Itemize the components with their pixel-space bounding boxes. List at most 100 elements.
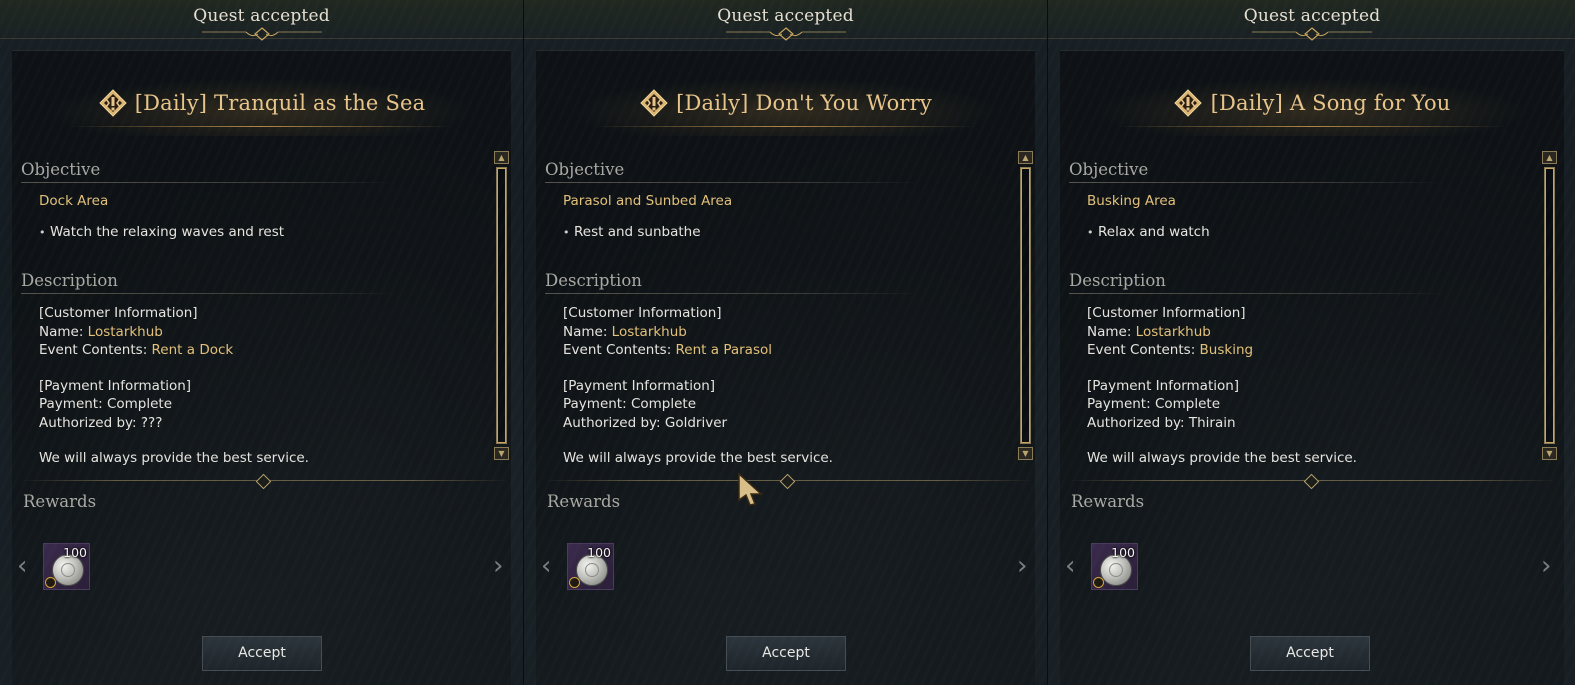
daily-quest-icon	[1174, 89, 1203, 117]
description-scrollbar[interactable]: ▲ ▼	[493, 151, 511, 460]
header-title: Quest accepted	[717, 6, 854, 26]
objective-header: Objective	[545, 160, 625, 179]
chevron-left-icon[interactable]: ‹	[17, 553, 27, 579]
title-underline	[594, 126, 977, 127]
description-text: [Customer Information] Name: Lostarkhub …	[563, 304, 1003, 466]
chevron-right-icon[interactable]: ›	[1017, 553, 1027, 579]
scroll-track[interactable]	[1544, 167, 1555, 444]
authorized-by-line: Authorized by: Thirain	[1087, 414, 1236, 431]
quest-title: [Daily] Don't You Worry	[676, 91, 932, 115]
accept-button[interactable]: Accept	[1250, 636, 1370, 671]
scroll-track[interactable]	[496, 167, 507, 444]
chevron-right-icon[interactable]: ›	[493, 553, 503, 579]
reward-item-slot[interactable]: 100	[1091, 543, 1138, 590]
scroll-up-arrow-icon[interactable]: ▲	[1018, 151, 1033, 164]
header-title: Quest accepted	[193, 6, 330, 26]
mouse-cursor-icon	[738, 472, 763, 506]
bound-item-badge-icon	[1093, 577, 1104, 588]
customer-info-header: [Customer Information]	[39, 305, 198, 321]
section-divider	[1069, 182, 1444, 183]
quest-title: [Daily] Tranquil as the Sea	[134, 91, 426, 115]
bullet-icon: •	[563, 226, 570, 239]
scroll-thumb[interactable]	[497, 168, 506, 443]
bullet-icon: •	[39, 226, 46, 239]
name-value: Lostarkhub	[1135, 323, 1211, 340]
objective-area: Busking Area	[1087, 193, 1176, 209]
daily-quest-icon	[98, 89, 127, 117]
quest-panel-1: Quest accepted [Daily] Tranquil as the S…	[0, 0, 523, 685]
bullet-icon: •	[1087, 226, 1094, 239]
closing-line: We will always provide the best service.	[563, 450, 833, 466]
accept-button[interactable]: Accept	[726, 636, 846, 671]
objective-header: Objective	[21, 160, 101, 179]
authorized-by-line: Authorized by: Goldriver	[563, 414, 728, 431]
scroll-track[interactable]	[1020, 167, 1031, 444]
scroll-up-arrow-icon[interactable]: ▲	[1542, 151, 1557, 164]
quest-panel-3: Quest accepted [Daily] A Song for You Ob…	[1047, 0, 1575, 685]
objective-task-text: Relax and watch	[1098, 224, 1210, 240]
description-header: Description	[1069, 271, 1166, 290]
rewards-header: Rewards	[1071, 492, 1145, 511]
event-contents-line: Event Contents: Rent a Parasol	[563, 341, 1003, 360]
chevron-left-icon[interactable]: ‹	[1065, 553, 1075, 579]
objective-task-text: Rest and sunbathe	[574, 224, 701, 240]
quest-title-row: [Daily] Don't You Worry	[524, 88, 1047, 118]
event-value: Rent a Dock	[151, 342, 234, 358]
scroll-up-arrow-icon[interactable]: ▲	[494, 151, 509, 164]
event-contents-line: Event Contents: Rent a Dock	[39, 341, 479, 360]
payment-status-line: Payment: Complete	[1087, 396, 1221, 412]
description-text: [Customer Information] Name: Lostarkhub …	[39, 304, 479, 466]
scroll-down-arrow-icon[interactable]: ▼	[1018, 447, 1033, 460]
description-text: [Customer Information] Name: Lostarkhub …	[1087, 304, 1527, 466]
event-label: Event Contents:	[1087, 342, 1200, 358]
customer-name-line: Name: Lostarkhub	[1087, 323, 1527, 342]
closing-line: We will always provide the best service.	[1087, 450, 1357, 466]
reward-count: 100	[63, 545, 87, 560]
reward-count: 100	[1111, 545, 1135, 560]
quest-panel-2: Quest accepted [Daily] Don't You Worry O…	[523, 0, 1047, 685]
payment-info-header: [Payment Information]	[39, 377, 192, 394]
quest-title: [Daily] A Song for You	[1210, 91, 1451, 115]
customer-name-line: Name: Lostarkhub	[563, 323, 1003, 342]
ornament-icon	[725, 27, 846, 41]
chevron-right-icon[interactable]: ›	[1541, 553, 1551, 579]
payment-info-header: [Payment Information]	[1087, 377, 1240, 394]
section-divider	[21, 293, 396, 294]
description-scrollbar[interactable]: ▲ ▼	[1541, 151, 1559, 460]
ornament-icon	[1252, 27, 1372, 41]
name-label: Name:	[1087, 323, 1136, 340]
name-value: Lostarkhub	[611, 323, 687, 340]
authorized-by-line: Authorized by: ???	[39, 414, 163, 431]
chevron-left-icon[interactable]: ‹	[541, 553, 551, 579]
scroll-down-arrow-icon[interactable]: ▼	[1542, 447, 1557, 460]
event-label: Event Contents:	[39, 342, 152, 358]
quest-title-row: [Daily] Tranquil as the Sea	[0, 88, 523, 118]
reward-item-slot[interactable]: 100	[43, 543, 90, 590]
description-header: Description	[21, 271, 118, 290]
event-value: Busking	[1199, 342, 1254, 358]
objective-area: Dock Area	[39, 193, 109, 209]
reward-item-slot[interactable]: 100	[567, 543, 614, 590]
scroll-thumb[interactable]	[1545, 168, 1554, 443]
title-underline	[70, 126, 453, 127]
customer-info-header: [Customer Information]	[563, 305, 722, 321]
closing-line: We will always provide the best service.	[39, 450, 309, 466]
description-scrollbar[interactable]: ▲ ▼	[1017, 151, 1035, 460]
bound-item-badge-icon	[45, 577, 56, 588]
name-label: Name:	[39, 323, 88, 340]
section-divider	[21, 182, 396, 183]
accept-button[interactable]: Accept	[202, 636, 322, 671]
objective-header: Objective	[1069, 160, 1149, 179]
payment-status-line: Payment: Complete	[39, 396, 173, 412]
objective-task: • Rest and sunbathe	[563, 224, 701, 240]
objective-task: • Watch the relaxing waves and rest	[39, 224, 284, 240]
event-label: Event Contents:	[563, 342, 676, 358]
bound-item-badge-icon	[569, 577, 580, 588]
scroll-thumb[interactable]	[1021, 168, 1030, 443]
event-value: Rent a Parasol	[675, 342, 772, 358]
payment-info-header: [Payment Information]	[563, 377, 716, 394]
event-contents-line: Event Contents: Busking	[1087, 341, 1527, 360]
scroll-down-arrow-icon[interactable]: ▼	[494, 447, 509, 460]
section-divider	[545, 182, 920, 183]
name-value: Lostarkhub	[87, 323, 163, 340]
